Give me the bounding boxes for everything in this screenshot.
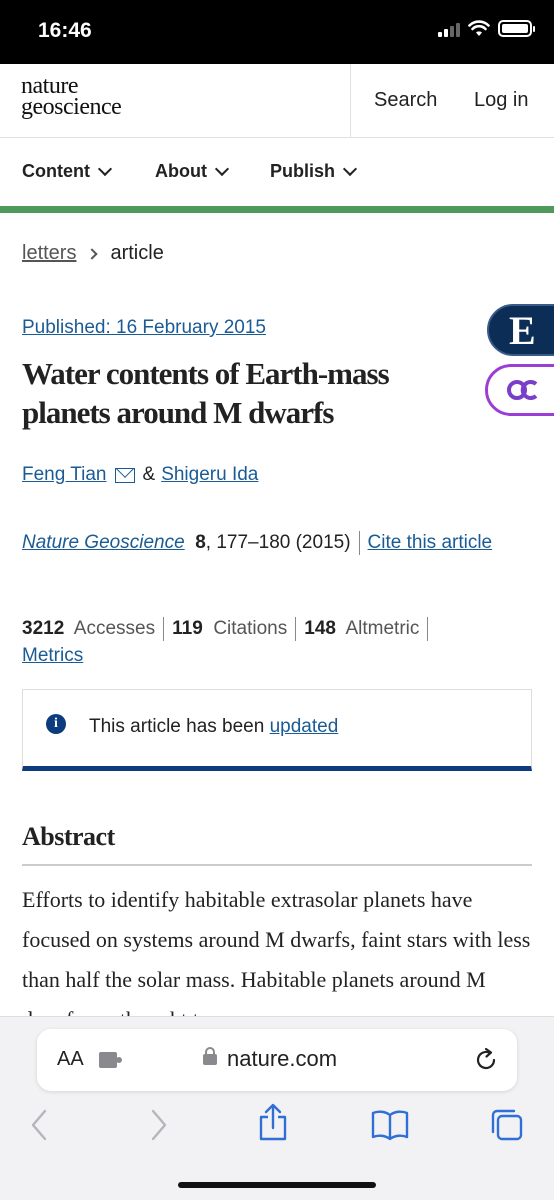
site-logo[interactable]: nature geoscience: [21, 74, 122, 120]
published-date-link[interactable]: Published: 16 February 2015: [22, 317, 266, 339]
abstract-text: Efforts to identify habitable extrasolar…: [22, 887, 531, 1016]
tabs-icon[interactable]: [489, 1107, 525, 1143]
e-extension-badge[interactable]: E: [487, 304, 554, 356]
article-metrics: 3212 Accesses 119 Citations 148 Altmetric …: [22, 615, 532, 669]
nav-content-label: Content: [22, 161, 90, 181]
login-link[interactable]: Log in: [474, 89, 529, 112]
chevron-right-icon: [86, 247, 99, 260]
accent-bar: [0, 206, 554, 213]
article-title: Water contents of Earth-mass planets aro…: [22, 356, 390, 430]
abstract-divider: [22, 864, 532, 866]
search-link[interactable]: Search: [374, 89, 437, 112]
divider: [358, 530, 360, 555]
author-separator: &: [142, 464, 156, 485]
browser-chrome: AA nature.com: [0, 1016, 554, 1200]
author-list: Feng Tian & Shigeru Ida: [22, 464, 258, 486]
status-icons: [438, 20, 535, 37]
nav-content[interactable]: Content: [22, 161, 113, 182]
update-notice: i This article has been updated: [22, 689, 532, 771]
nav-about-label: About: [155, 161, 207, 181]
cellular-signal-icon: [438, 21, 460, 37]
logo-line-2: geoscience: [21, 94, 122, 120]
oc-logo-icon: [507, 380, 538, 400]
nav-about[interactable]: About: [155, 161, 230, 182]
cite-this-article-link[interactable]: Cite this article: [368, 532, 493, 553]
oc-extension-badge[interactable]: [485, 364, 554, 416]
extension-puzzle-icon[interactable]: [99, 1052, 122, 1068]
main-nav: Content About Publish: [0, 138, 554, 206]
address-domain[interactable]: nature.com: [227, 1046, 337, 1072]
breadcrumb: letters article: [22, 242, 164, 265]
address-bar[interactable]: AA nature.com: [37, 1029, 517, 1091]
abstract-heading: Abstract: [22, 822, 115, 851]
forward-icon[interactable]: [146, 1107, 170, 1143]
citations-count: 119: [172, 618, 203, 639]
info-icon: i: [46, 714, 66, 734]
browser-toolbar: [0, 1103, 554, 1147]
page-settings-button[interactable]: AA: [57, 1048, 84, 1071]
accesses-count: 3212: [22, 618, 65, 639]
citation-line: Nature Geoscience 8, 177–180 (2015) Cite …: [22, 524, 522, 562]
citations-label: Citations: [213, 618, 288, 639]
author-link[interactable]: Shigeru Ida: [161, 464, 258, 486]
chevron-down-icon: [214, 161, 230, 177]
nav-publish-label: Publish: [270, 161, 336, 181]
notice-text: This article has been: [89, 716, 270, 737]
journal-pages: , 177–180 (2015): [205, 532, 351, 553]
reload-icon[interactable]: [473, 1047, 499, 1073]
bookmarks-icon[interactable]: [370, 1107, 410, 1143]
mail-icon[interactable]: [114, 467, 135, 483]
chevron-down-icon: [97, 161, 113, 177]
battery-icon: [498, 20, 535, 37]
journal-volume: 8: [195, 532, 206, 553]
altmetric-label: Altmetric: [345, 618, 420, 639]
breadcrumb-current: article: [110, 242, 164, 264]
breadcrumb-letters[interactable]: letters: [22, 242, 76, 265]
nav-publish[interactable]: Publish: [270, 161, 358, 182]
divider: [295, 616, 297, 641]
site-header: nature geoscience Search Log in: [0, 64, 554, 138]
altmetric-score: 148: [304, 618, 336, 639]
home-indicator: [178, 1182, 376, 1188]
metrics-link[interactable]: Metrics: [22, 645, 83, 666]
share-icon[interactable]: [257, 1103, 289, 1143]
updated-link[interactable]: updated: [270, 716, 339, 737]
journal-link[interactable]: Nature Geoscience: [22, 532, 185, 553]
update-notice-text: This article has been updated: [89, 716, 338, 738]
back-icon[interactable]: [28, 1107, 52, 1143]
status-bar: 16:46: [0, 0, 554, 64]
author-link[interactable]: Feng Tian: [22, 464, 107, 486]
divider: [163, 616, 165, 641]
header-divider: [350, 64, 351, 138]
status-time: 16:46: [38, 19, 92, 42]
lock-icon: [203, 1047, 217, 1065]
chevron-down-icon: [342, 161, 358, 177]
divider: [427, 616, 429, 641]
accesses-label: Accesses: [73, 618, 156, 639]
wifi-icon: [468, 20, 490, 36]
